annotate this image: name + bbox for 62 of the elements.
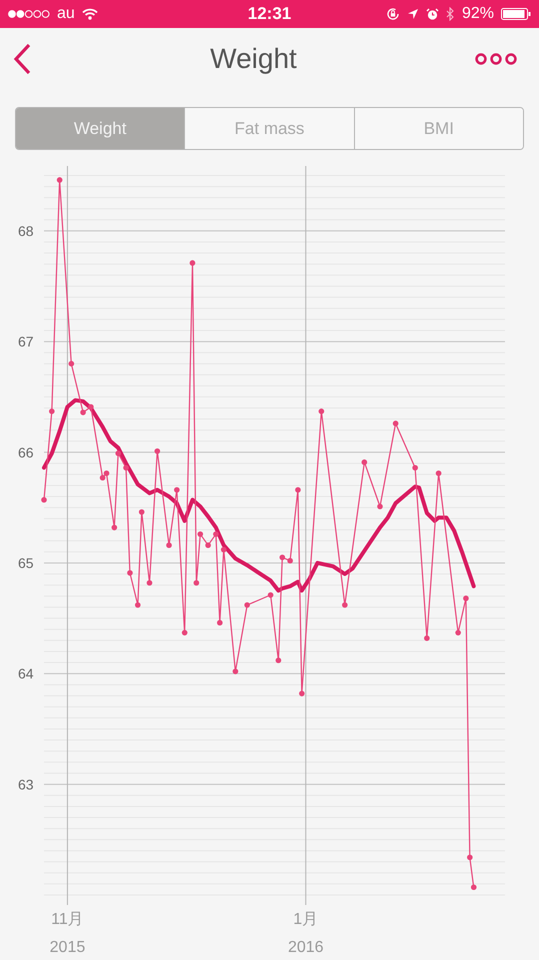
point — [41, 497, 47, 503]
point — [342, 602, 348, 608]
point — [436, 470, 442, 476]
point — [220, 546, 227, 552]
point — [115, 450, 122, 456]
point — [287, 558, 293, 564]
point — [268, 592, 274, 598]
point — [455, 630, 461, 636]
point — [100, 474, 106, 481]
screen-title: Weight — [210, 43, 297, 75]
y-axis-label: 68 — [18, 222, 34, 239]
point — [182, 630, 188, 636]
point — [470, 884, 477, 890]
point — [299, 690, 305, 696]
point — [424, 635, 430, 642]
point — [467, 854, 473, 860]
point — [213, 531, 219, 537]
point — [318, 408, 324, 414]
battery-percentage: 92% — [462, 5, 494, 23]
y-axis-label: 67 — [18, 334, 34, 350]
point — [154, 448, 160, 454]
point — [146, 580, 152, 586]
y-axis-label: 63 — [18, 776, 34, 792]
segment-tab[interactable]: BMI — [354, 108, 523, 149]
point — [127, 570, 133, 576]
point — [463, 596, 469, 602]
carrier-name: au — [57, 5, 75, 23]
point — [295, 487, 301, 493]
point — [104, 470, 110, 476]
point — [197, 531, 204, 537]
point — [166, 542, 172, 548]
segment-tab[interactable]: Weight — [16, 108, 184, 149]
point — [190, 260, 196, 266]
point — [88, 404, 94, 410]
point — [362, 459, 368, 466]
point — [232, 668, 238, 674]
point — [217, 620, 223, 626]
x-axis-label: 11月 — [51, 911, 84, 928]
y-axis-label: 66 — [18, 444, 34, 460]
point — [276, 658, 282, 664]
point — [244, 602, 250, 608]
point — [49, 408, 55, 414]
y-axis-label: 65 — [18, 554, 34, 571]
point — [134, 602, 141, 608]
point — [123, 464, 129, 471]
point — [174, 487, 180, 493]
year-label: 2015 — [50, 939, 86, 956]
point — [80, 410, 86, 416]
point — [68, 360, 74, 366]
point — [392, 420, 398, 426]
point — [194, 580, 200, 586]
year-label: 2016 — [288, 939, 324, 956]
point — [280, 554, 286, 560]
clock-time: 12:31 — [248, 4, 292, 24]
point — [112, 524, 118, 530]
x-axis-label: 1月 — [293, 911, 318, 928]
point — [205, 542, 211, 548]
point — [412, 464, 418, 471]
y-axis-label: 64 — [18, 666, 34, 682]
point — [56, 177, 62, 183]
point — [138, 509, 144, 515]
point — [377, 504, 383, 510]
